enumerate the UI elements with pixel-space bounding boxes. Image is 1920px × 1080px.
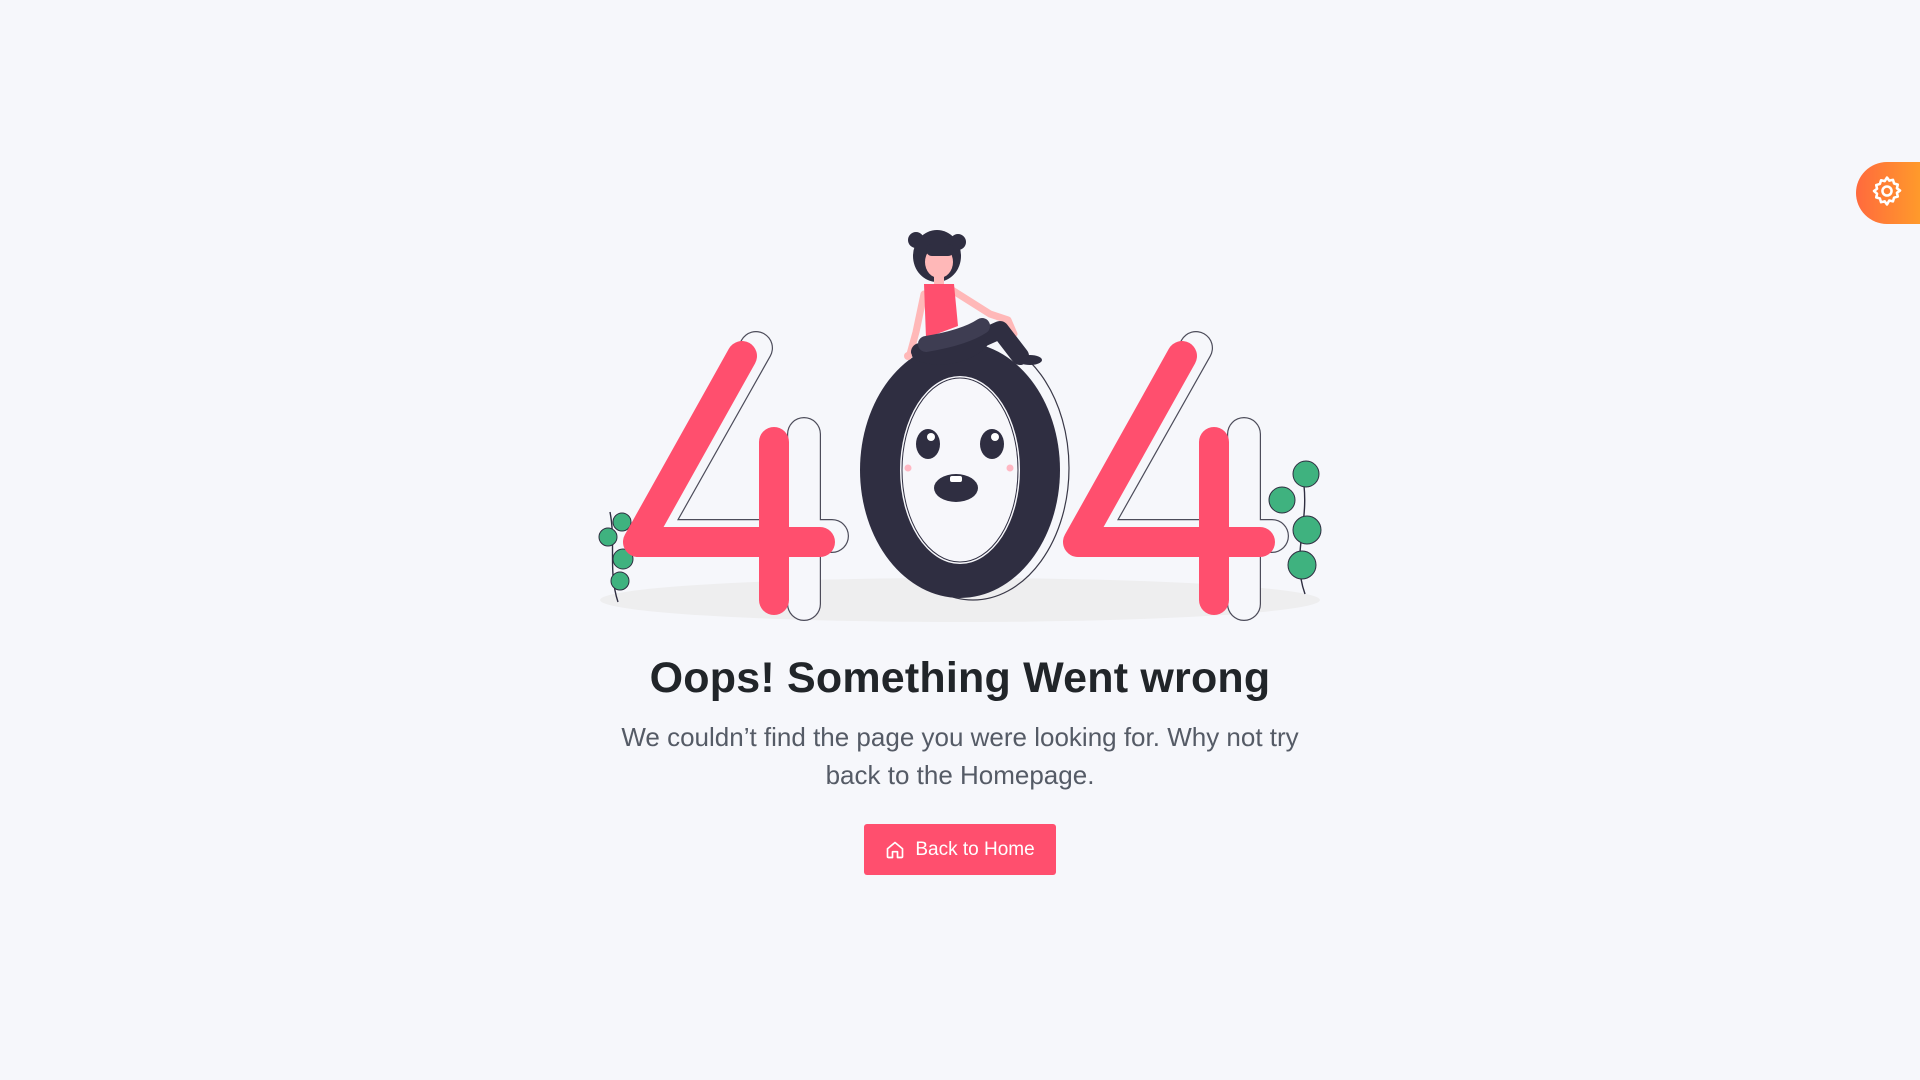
gear-icon — [1870, 174, 1904, 213]
digit-four-right — [1063, 331, 1289, 621]
back-to-home-label: Back to Home — [915, 838, 1035, 860]
digit-four-left — [623, 331, 849, 621]
person-figure — [904, 230, 1042, 365]
digit-zero — [860, 335, 1070, 601]
error-page: Oops! Something Went wrong We couldn’t f… — [0, 0, 1920, 1080]
home-icon — [885, 840, 905, 860]
back-to-home-button[interactable]: Back to Home — [864, 824, 1056, 875]
error-404-illustration — [590, 222, 1330, 630]
settings-toggle-button[interactable] — [1856, 162, 1920, 224]
left-plant — [598, 511, 634, 603]
error-content: Oops! Something Went wrong We couldn’t f… — [0, 648, 1920, 875]
error-title: Oops! Something Went wrong — [649, 654, 1271, 702]
error-message: We couldn’t find the page you were looki… — [621, 722, 1299, 790]
